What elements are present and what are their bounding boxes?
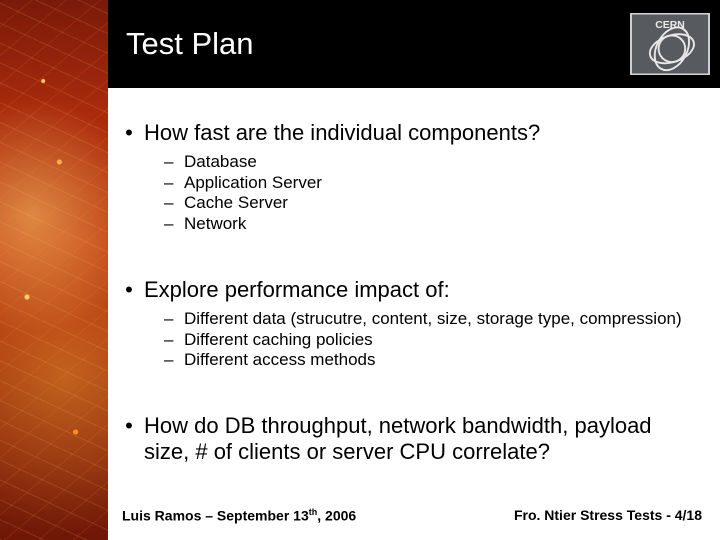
- cern-logo-text: CERN: [655, 20, 685, 31]
- footer-author-date: Luis Ramos – September 13: [122, 508, 309, 524]
- bullet-text: How fast are the individual components?: [144, 120, 702, 146]
- dash-icon: –: [164, 152, 178, 173]
- dash-icon: –: [164, 193, 178, 214]
- bullet-level2: –Application Server: [164, 173, 702, 194]
- bullet-text: Explore performance impact of:: [144, 277, 702, 303]
- sub-bullet-text: Different data (strucutre, content, size…: [184, 309, 702, 330]
- dash-icon: –: [164, 330, 178, 351]
- sub-list: –Database –Application Server –Cache Ser…: [164, 152, 702, 235]
- bullet-level2: –Different data (strucutre, content, siz…: [164, 309, 702, 330]
- dash-icon: –: [164, 309, 178, 330]
- slide: Test Plan CERN • How fast are the indivi…: [0, 0, 720, 540]
- sub-bullet-text: Network: [184, 214, 702, 235]
- bullet-level2: –Network: [164, 214, 702, 235]
- footer-date-ordinal: th: [309, 507, 318, 517]
- bullet-level2: –Database: [164, 152, 702, 173]
- sub-bullet-text: Database: [184, 152, 702, 173]
- footer: Luis Ramos – September 13th, 2006 Fro. N…: [122, 507, 702, 524]
- sub-bullet-text: Application Server: [184, 173, 702, 194]
- bullet-level1: • How fast are the individual components…: [122, 120, 702, 146]
- title-bar: Test Plan CERN: [108, 0, 720, 88]
- slide-title: Test Plan: [126, 26, 254, 62]
- bullet-level2: –Cache Server: [164, 193, 702, 214]
- footer-right: Fro. Ntier Stress Tests - 4/18: [514, 507, 702, 524]
- bullet-level1: • Explore performance impact of:: [122, 277, 702, 303]
- sub-list: –Different data (strucutre, content, siz…: [164, 309, 702, 371]
- sub-bullet-text: Cache Server: [184, 193, 702, 214]
- bullet-dot-icon: •: [124, 277, 134, 303]
- dash-icon: –: [164, 350, 178, 371]
- dash-icon: –: [164, 173, 178, 194]
- slide-body: • How fast are the individual components…: [122, 112, 702, 465]
- bullet-dot-icon: •: [124, 413, 134, 439]
- bullet-text: How do DB throughput, network bandwidth,…: [144, 413, 702, 465]
- sub-bullet-text: Different caching policies: [184, 330, 702, 351]
- bullet-level2: –Different access methods: [164, 350, 702, 371]
- bullet-dot-icon: •: [124, 120, 134, 146]
- cern-logo: CERN: [630, 13, 710, 75]
- bullet-level2: –Different caching policies: [164, 330, 702, 351]
- decorative-side-image: [0, 0, 108, 540]
- footer-date-year: , 2006: [317, 508, 356, 524]
- dash-icon: –: [164, 214, 178, 235]
- footer-left: Luis Ramos – September 13th, 2006: [122, 507, 356, 524]
- bullet-level1: • How do DB throughput, network bandwidt…: [122, 413, 702, 465]
- sub-bullet-text: Different access methods: [184, 350, 702, 371]
